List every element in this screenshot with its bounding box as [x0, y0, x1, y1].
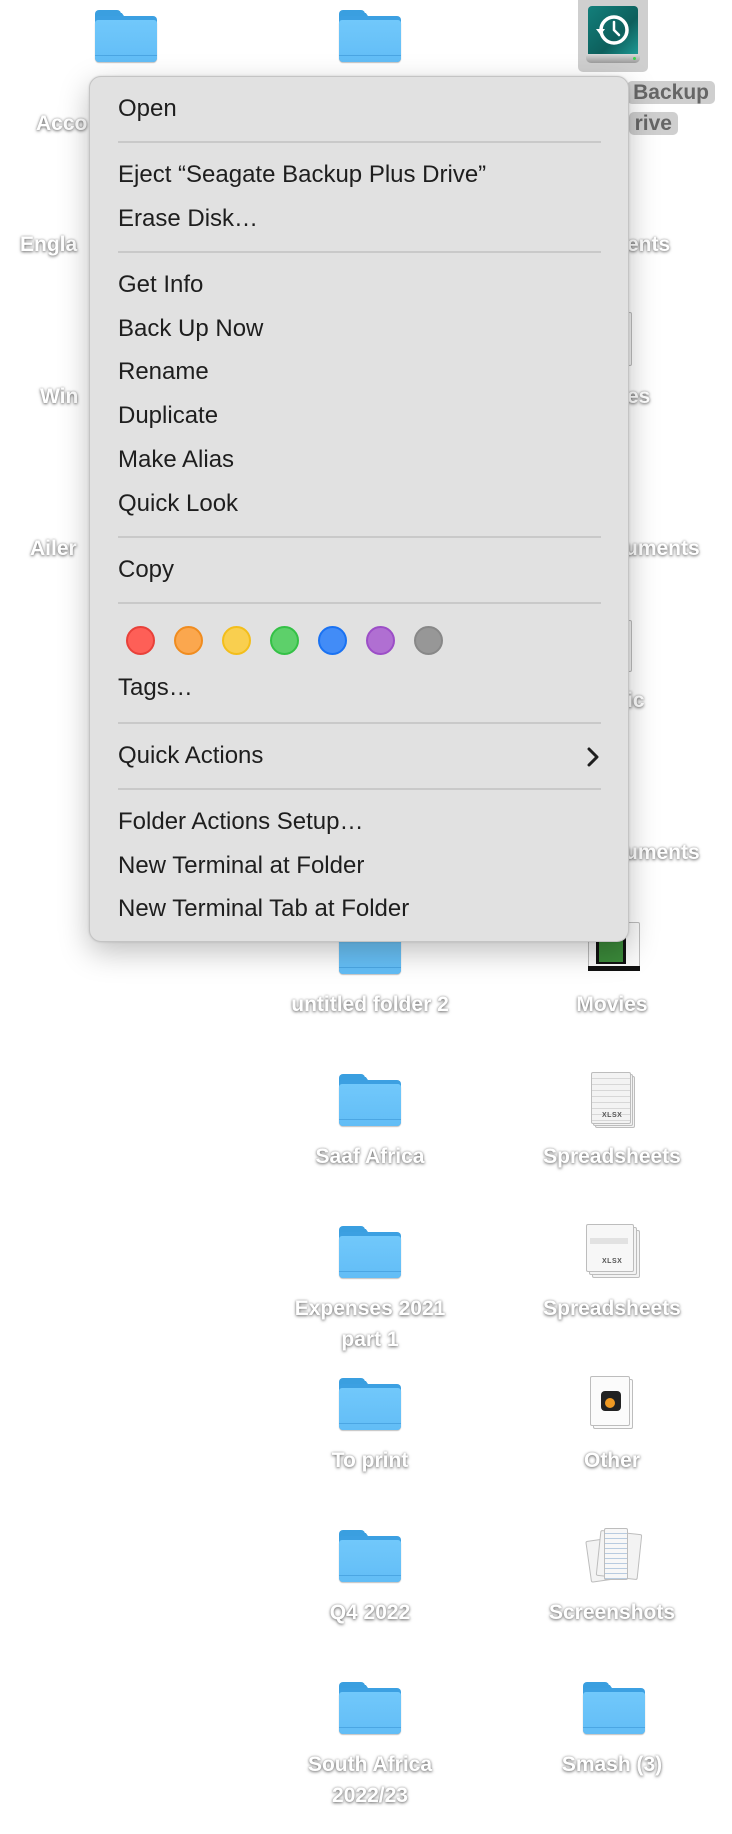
desktop-item-label[interactable]: Expenses 2021 part 1 — [250, 1293, 490, 1355]
desktop-item-label[interactable]: Spreadsheets — [500, 1141, 724, 1172]
desktop-item-label[interactable]: Spreadsheets — [500, 1293, 724, 1324]
external-drive-icon-selected[interactable] — [578, 0, 648, 72]
label-line: To print — [331, 1449, 409, 1472]
label-line: Engla — [20, 233, 78, 256]
folder-icon[interactable] — [339, 1530, 401, 1582]
label-line: Expenses 2021 — [294, 1297, 446, 1320]
desktop-item-label[interactable]: es — [627, 381, 650, 412]
menu-item-eject[interactable]: Eject “Seagate Backup Plus Drive” — [118, 160, 486, 190]
tag-purple-dot[interactable] — [366, 626, 395, 655]
label-line: Spreadsheets — [543, 1297, 681, 1320]
desktop-item-label[interactable]: Win — [40, 381, 78, 412]
desktop-item-label[interactable]: Engla — [20, 229, 77, 260]
label-line: Other — [583, 1449, 640, 1472]
label-line: uments — [625, 537, 700, 560]
menu-item-label: Quick Actions — [118, 742, 264, 769]
desktop-item-label[interactable]: South Africa 2022/23 — [250, 1749, 490, 1811]
folder-icon[interactable] — [339, 1378, 401, 1430]
tag-green-dot[interactable] — [270, 626, 299, 655]
menu-item-copy[interactable]: Copy — [118, 555, 174, 585]
folder-icon[interactable] — [339, 10, 401, 62]
menu-separator — [118, 141, 601, 143]
menu-item-new-terminal-tab-at-folder[interactable]: New Terminal Tab at Folder — [118, 894, 409, 924]
label-line: Movies — [576, 993, 648, 1016]
menu-item-open[interactable]: Open — [118, 94, 177, 124]
label-line: untitled folder 2 — [291, 993, 449, 1016]
desktop-item-label[interactable]: ic — [627, 685, 645, 716]
menu-separator — [118, 788, 601, 790]
desktop-item-label[interactable]: uments — [625, 533, 700, 564]
desktop-item-label[interactable]: Movies — [500, 989, 724, 1020]
desktop-item-label[interactable]: To print — [250, 1445, 490, 1476]
folder-icon[interactable] — [339, 1682, 401, 1734]
folder-icon[interactable] — [583, 1682, 645, 1734]
desktop-item-label[interactable]: uments — [625, 837, 700, 868]
context-menu: Open Eject “Seagate Backup Plus Drive” E… — [89, 76, 629, 942]
menu-item-quick-actions[interactable]: Quick Actions — [118, 741, 601, 771]
menu-separator — [118, 536, 601, 538]
tag-blue-dot[interactable] — [318, 626, 347, 655]
spreadsheet-stack-icon[interactable]: XLSX — [591, 1072, 637, 1128]
menu-item-tags[interactable]: Tags… — [118, 673, 193, 703]
label-line: Spreadsheets — [543, 1145, 681, 1168]
label-line: part 1 — [341, 1328, 399, 1351]
label-line: ic — [627, 689, 645, 712]
desktop-item-label[interactable]: ents — [627, 229, 670, 260]
menu-item-rename[interactable]: Rename — [118, 357, 209, 387]
menu-separator — [118, 722, 601, 724]
label-line: Smash (3) — [561, 1753, 663, 1776]
menu-separator — [118, 251, 601, 253]
tag-red-dot[interactable] — [126, 626, 155, 655]
desktop-item-label[interactable]: Smash (3) — [500, 1749, 724, 1780]
tag-gray-dot[interactable] — [414, 626, 443, 655]
file-type-badge: XLSX — [602, 1112, 623, 1119]
label-line: Ailer — [30, 537, 77, 560]
tag-orange-dot[interactable] — [174, 626, 203, 655]
menu-item-erase-disk[interactable]: Erase Disk… — [118, 204, 258, 234]
desktop-item-label[interactable]: untitled folder 2 — [250, 989, 490, 1020]
label-line: Saaf Africa — [315, 1145, 425, 1168]
label-line: rive — [628, 112, 678, 135]
label-line: uments — [625, 841, 700, 864]
time-machine-drive-icon — [586, 6, 640, 64]
spreadsheet-stack-icon[interactable]: XLSX — [586, 1224, 642, 1280]
menu-item-new-terminal-at-folder[interactable]: New Terminal at Folder — [118, 851, 364, 881]
desktop-item-label[interactable]: Saaf Africa — [250, 1141, 490, 1172]
label-line: 2022/23 — [332, 1784, 408, 1807]
desktop-item-label[interactable]: Q4 2022 — [250, 1597, 490, 1628]
menu-item-quick-look[interactable]: Quick Look — [118, 489, 238, 519]
menu-separator — [118, 602, 601, 604]
file-type-badge: XLSX — [602, 1258, 623, 1265]
label-line: Backup — [627, 81, 715, 104]
menu-item-get-info[interactable]: Get Info — [118, 270, 203, 300]
menu-item-back-up-now[interactable]: Back Up Now — [118, 314, 263, 344]
label-line: Screenshots — [548, 1601, 676, 1624]
folder-icon[interactable] — [339, 1074, 401, 1126]
desktop-item-label[interactable]: Ailer — [30, 533, 77, 564]
label-line: ents — [627, 233, 671, 256]
label-line: Q4 2022 — [329, 1601, 411, 1624]
menu-item-duplicate[interactable]: Duplicate — [118, 401, 218, 431]
desktop-item-label[interactable]: Screenshots — [500, 1597, 724, 1628]
desktop-item-label[interactable]: Other — [500, 1445, 724, 1476]
menu-item-make-alias[interactable]: Make Alias — [118, 445, 234, 475]
other-stack-icon[interactable] — [590, 1376, 636, 1432]
label-line: South Africa — [307, 1753, 433, 1776]
folder-icon[interactable] — [339, 1226, 401, 1278]
menu-item-folder-actions-setup[interactable]: Folder Actions Setup… — [118, 807, 363, 837]
label-line: es — [627, 385, 651, 408]
label-line: Win — [40, 385, 79, 408]
tag-yellow-dot[interactable] — [222, 626, 251, 655]
chevron-right-icon — [587, 747, 599, 767]
folder-icon[interactable] — [95, 10, 157, 62]
screenshots-stack-icon[interactable] — [585, 1528, 643, 1584]
